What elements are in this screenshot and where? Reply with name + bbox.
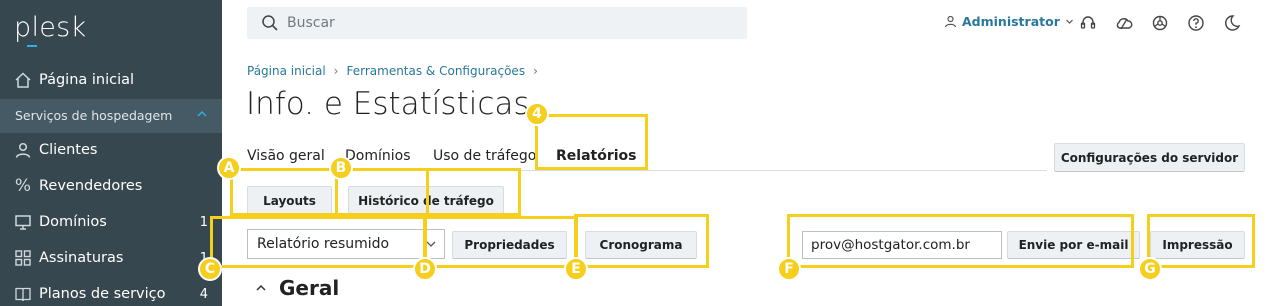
tab-overview[interactable]: Visão geral	[247, 148, 325, 164]
marker-d: D	[413, 257, 437, 281]
marker-b: B	[329, 156, 353, 180]
schedule-button[interactable]: Cronograma	[585, 231, 697, 259]
section-title: Geral	[279, 276, 340, 300]
tab-reports[interactable]: Relatórios	[556, 148, 637, 164]
search-icon	[262, 15, 278, 31]
tab-domains[interactable]: Domínios	[345, 148, 411, 164]
marker-e: E	[564, 257, 588, 281]
search-input[interactable]	[287, 11, 727, 35]
chevron-up-icon	[256, 284, 266, 291]
user-icon	[944, 15, 957, 28]
properties-button[interactable]: Propriedades	[452, 231, 567, 259]
sidebar-item-domains[interactable]: Domínios 1	[0, 204, 222, 240]
report-type-value: Relatório resumido	[257, 236, 390, 252]
sidebar-item-label: Domínios	[39, 214, 107, 230]
sidebar-item-count: 1	[199, 214, 208, 230]
home-icon	[14, 71, 32, 89]
marker-c: C	[198, 257, 222, 281]
sidebar-item-subscriptions[interactable]: Assinaturas 1	[0, 240, 222, 276]
report-type-select[interactable]: Relatório resumido	[247, 229, 445, 259]
print-button[interactable]: Impressão	[1150, 231, 1245, 259]
marker-f: F	[777, 257, 801, 281]
monitor-icon	[14, 213, 32, 231]
sidebar-item-home[interactable]: Página inicial	[0, 62, 222, 98]
extensions-icon[interactable]	[1150, 13, 1170, 33]
breadcrumb: Página inicial › Ferramentas & Configura…	[247, 64, 538, 78]
sidebar-item-service-plans[interactable]: Planos de serviço 4	[0, 276, 222, 306]
marker-4: 4	[525, 102, 549, 126]
plesk-logo[interactable]: plesk	[14, 12, 86, 47]
breadcrumb-separator-icon: ›	[533, 64, 538, 78]
chevron-up-icon	[197, 110, 207, 117]
sidebar-item-label: Clientes	[39, 142, 98, 158]
sidebar-item-count: 4	[199, 286, 208, 302]
sidebar-section-hosting[interactable]: Serviços de hospedagem	[0, 99, 222, 133]
sidebar-item-label: Assinaturas	[39, 250, 124, 266]
percent-icon: %	[14, 176, 32, 196]
book-icon	[14, 285, 32, 303]
breadcrumb-link-home[interactable]: Página inicial	[247, 64, 326, 78]
user-name: Administrator	[962, 14, 1060, 29]
sidebar-section-label: Serviços de hospedagem	[15, 108, 173, 123]
user-menu[interactable]: Administrator	[944, 14, 1074, 29]
tab-traffic-usage[interactable]: Uso de tráfego	[433, 148, 536, 164]
breadcrumb-separator-icon: ›	[333, 64, 339, 78]
tabs-divider	[247, 170, 1047, 171]
cloud-icon[interactable]	[1114, 13, 1134, 33]
sidebar-item-label: Revendedores	[39, 178, 143, 194]
support-icon[interactable]	[1078, 13, 1098, 33]
user-icon	[14, 141, 32, 159]
grid-icon	[14, 249, 32, 267]
search-box	[247, 7, 747, 39]
sidebar: plesk Página inicial Serviços de hospeda…	[0, 0, 222, 306]
marker-g: G	[1138, 257, 1162, 281]
chevron-down-icon	[1065, 19, 1073, 24]
marker-a: A	[217, 156, 241, 180]
traffic-history-button[interactable]: Histórico de tráfego	[348, 186, 504, 215]
layouts-button[interactable]: Layouts	[247, 186, 332, 215]
section-general-header[interactable]: Geral	[255, 276, 339, 300]
chevron-down-icon[interactable]	[424, 237, 438, 251]
moon-icon[interactable]	[1222, 13, 1242, 33]
server-settings-button[interactable]: Configurações do servidor	[1054, 143, 1245, 172]
sidebar-item-resellers[interactable]: % Revendedores	[0, 168, 222, 204]
help-icon[interactable]	[1186, 13, 1206, 33]
sidebar-item-label: Página inicial	[39, 72, 135, 88]
breadcrumb-link-tools[interactable]: Ferramentas & Configurações	[346, 64, 525, 78]
sidebar-item-label: Planos de serviço	[39, 286, 166, 302]
page-title: Info. e Estatísticas	[246, 86, 530, 122]
sidebar-item-clients[interactable]: Clientes	[0, 132, 222, 168]
send-email-button[interactable]: Envie por e-mail	[1007, 231, 1140, 259]
email-field[interactable]	[802, 231, 1002, 259]
